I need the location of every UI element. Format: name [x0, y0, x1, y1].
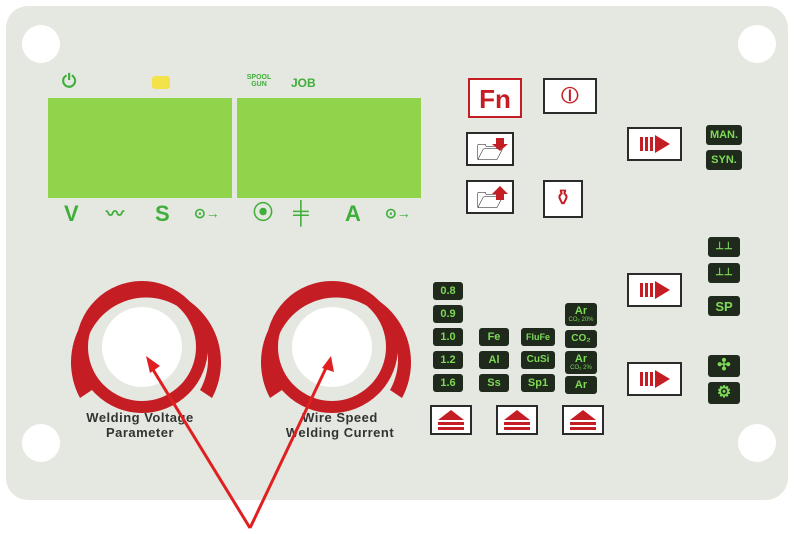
syn-indicator: SYN.	[706, 150, 742, 170]
material-label: Ss	[487, 376, 501, 389]
fan-indicator: ✣	[708, 355, 740, 377]
man-indicator: MAN.	[706, 125, 742, 145]
flux-label: Sp1	[527, 376, 549, 389]
left-knob-label-line1: Welding Voltage	[86, 410, 194, 425]
folder-load-icon: 🗁	[476, 188, 504, 213]
wire-cusi: CuSi	[521, 351, 555, 369]
voltage-unit-v: V	[64, 201, 79, 226]
wire-diameter-select-button[interactable]	[430, 405, 472, 435]
gas-test-button[interactable]: ⚱	[543, 180, 583, 218]
settings-indicator: ⚙	[708, 382, 740, 404]
material-al: Al	[479, 351, 509, 369]
gas-main-label: Ar	[574, 305, 588, 317]
wire-sp1: Sp1	[521, 374, 555, 392]
trigger-select-button[interactable]	[627, 273, 682, 307]
function-select-button[interactable]	[627, 362, 682, 396]
wire-diameter-label: 1.0	[440, 330, 456, 343]
mounting-hole-top-left	[22, 25, 60, 63]
warning-icon	[152, 76, 170, 89]
material-label: Fe	[487, 330, 501, 343]
left-knob-label-line2: Parameter	[105, 425, 175, 440]
wire-diameter-0-9: 0.9	[433, 305, 463, 323]
folder-save-icon: 🗁	[476, 140, 504, 165]
wire-diameter-label: 1.2	[440, 353, 456, 366]
job-label: JOB	[291, 76, 316, 90]
gas-select-button[interactable]	[562, 405, 604, 435]
wire-roller-icon: ⦶	[561, 82, 579, 109]
flux-label: FluFe	[526, 331, 550, 342]
material-label: Al	[488, 353, 500, 366]
mounting-hole-bottom-left	[22, 424, 60, 462]
gas-ar-co2-20: Ar CO₂ 20%	[565, 303, 597, 326]
flux-label: CuSi	[526, 354, 550, 365]
gas-sub-label: CO₂ 2%	[570, 365, 592, 371]
wire-flufe: FluFe	[521, 328, 555, 346]
material-select-button[interactable]	[496, 405, 538, 435]
wire-inch-button[interactable]: ⦶	[543, 78, 597, 114]
mounting-hole-top-right	[738, 25, 776, 63]
wire-diameter-0-8: 0.8	[433, 282, 463, 300]
inductance-icon: ╪	[293, 200, 309, 225]
voltage-knob-icon: ⊙→	[194, 205, 220, 221]
wire-diameter-label: 0.9	[440, 307, 456, 320]
fan-icon: ✣	[717, 357, 731, 374]
save-job-button[interactable]: 🗁	[466, 132, 514, 166]
4t-icon: ⊥⊥	[715, 267, 733, 278]
fn-button[interactable]: Fn	[468, 78, 522, 118]
man-label: MAN.	[709, 128, 739, 141]
right-knob-label: Wire Speed Welding Current	[260, 410, 420, 440]
speed-unit-s: S	[155, 201, 170, 226]
gas-main-label: Ar	[574, 378, 588, 391]
gear-icon: ⚙	[716, 384, 732, 401]
load-job-button[interactable]: 🗁	[466, 180, 514, 214]
left-knob-label: Welding Voltage Parameter	[60, 410, 220, 440]
gas-cylinder-icon: ⚱	[553, 185, 573, 210]
mode-select-button[interactable]	[627, 127, 682, 161]
gas-main-label: Ar	[574, 353, 588, 365]
power-icon: ⏻	[62, 71, 77, 91]
current-knob-icon: ⊙→	[385, 205, 411, 221]
gas-main-label: CO₂	[571, 333, 591, 344]
wire-diameter-1-0: 1.0	[433, 328, 463, 346]
syn-label: SYN.	[711, 153, 737, 166]
gas-co2: CO₂	[565, 330, 597, 348]
gas-ar: Ar	[565, 376, 597, 394]
mounting-hole-bottom-right	[738, 424, 776, 462]
2t-icon: ⊥⊥	[715, 241, 733, 252]
4t-indicator: ⊥⊥	[708, 263, 740, 283]
2t-indicator: ⊥⊥	[708, 237, 740, 257]
wire-diameter-1-2: 1.2	[433, 351, 463, 369]
wire-feed-icon: ⦿	[253, 202, 273, 224]
material-fe: Fe	[479, 328, 509, 346]
spool-gun-label: SPOOL GUN	[246, 74, 272, 88]
wire-diameter-label: 0.8	[440, 284, 456, 297]
fn-label: Fn	[479, 84, 511, 114]
right-knob-label-line1: Wire Speed	[302, 410, 378, 425]
left-lcd-display	[48, 98, 232, 198]
arc-icon: 〰	[106, 204, 124, 224]
gas-sub-label: CO₂ 20%	[568, 317, 594, 323]
wire-diameter-label: 1.6	[440, 376, 456, 389]
current-unit-a: A	[345, 201, 361, 226]
gas-ar-co2-2: Ar CO₂ 2%	[565, 351, 597, 374]
sp-label: SP	[715, 298, 733, 314]
sp-indicator: SP	[708, 296, 740, 316]
wire-diameter-1-6: 1.6	[433, 374, 463, 392]
right-knob-label-line2: Welding Current	[285, 425, 395, 440]
right-lcd-display	[237, 98, 421, 198]
material-ss: Ss	[479, 374, 509, 392]
